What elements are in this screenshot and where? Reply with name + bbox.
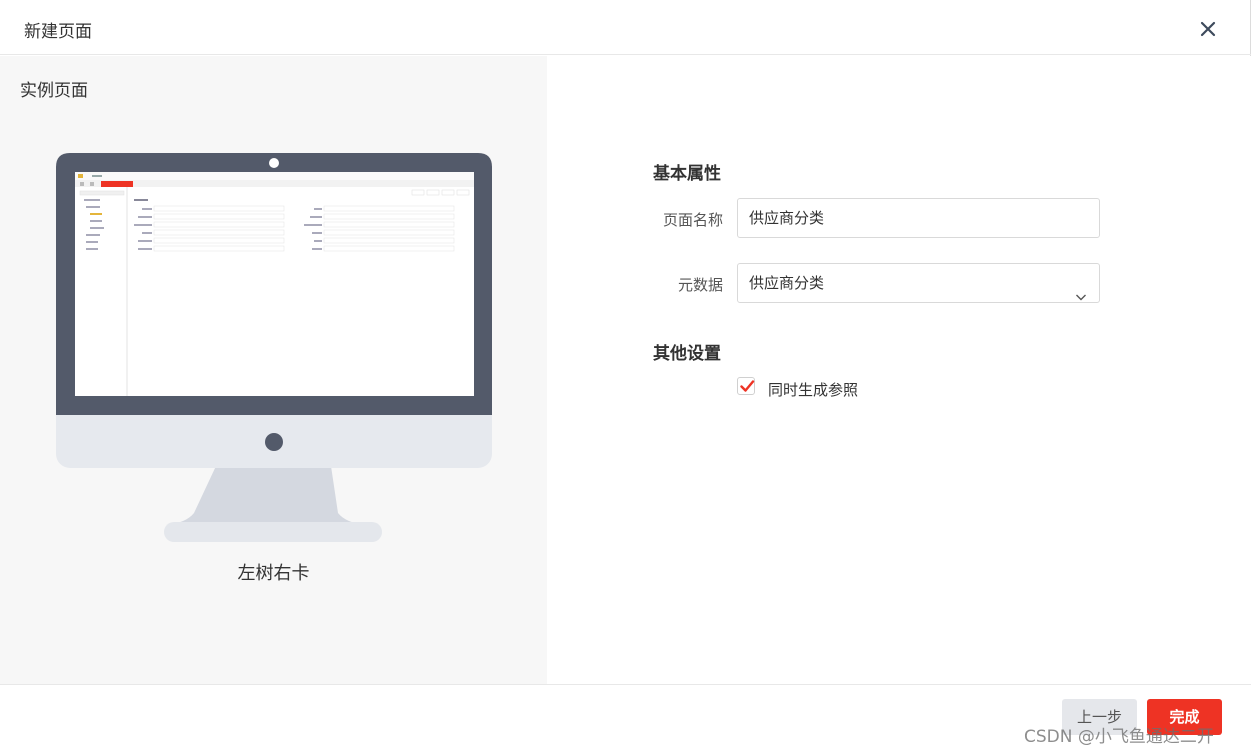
metadata-value: 供应商分类 [749,274,825,292]
basic-section-title: 基本属性 [653,164,721,184]
generate-ref-label[interactable]: 同时生成参照 [768,379,858,400]
metadata-select[interactable]: 供应商分类 [737,263,1100,303]
dialog-title: 新建页面 [24,22,92,42]
form-panel: 基本属性 页面名称 供应商分类 元数据 供应商分类 其他设置 同时生成参照 [547,56,1251,684]
generate-ref-checkbox[interactable] [737,377,755,395]
page-name-input[interactable]: 供应商分类 [737,198,1100,238]
metadata-label: 元数据 [677,276,723,294]
page-name-value: 供应商分类 [749,209,825,227]
watermark: CSDN @小飞鱼通达二开 [1024,727,1214,747]
checkmark-icon [740,380,755,392]
preview-title: 实例页面 [20,81,88,101]
dialog-header: 新建页面 [0,0,1251,55]
chevron-down-icon [1075,278,1087,301]
close-icon[interactable] [1197,18,1219,40]
new-page-dialog: 新建页面 实例页面 左树右卡 基本属性 页面名称 供应商分类 元数据 供应商分类… [0,0,1251,751]
preview-panel: 实例页面 左树右卡 [0,56,547,684]
monitor-illustration [56,153,492,547]
page-name-label: 页面名称 [662,211,723,229]
other-section-title: 其他设置 [653,344,721,364]
layout-name: 左树右卡 [237,563,310,584]
